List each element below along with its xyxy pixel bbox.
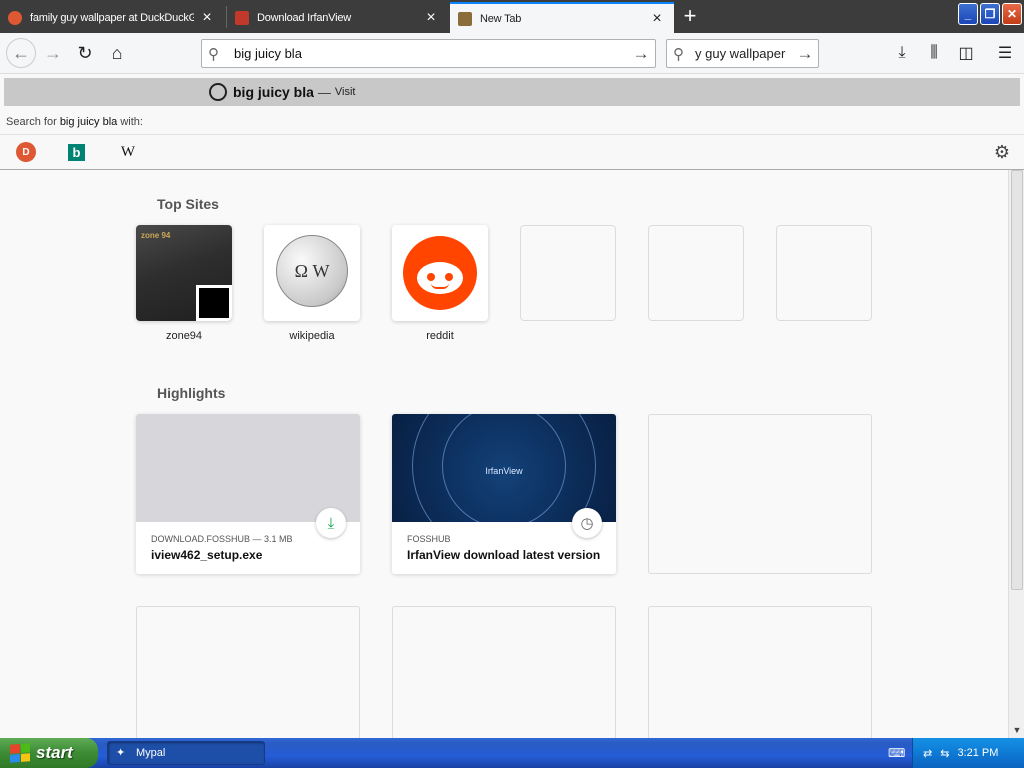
- highlight-title: iview462_setup.exe: [151, 548, 263, 562]
- highlight-card-irfanview[interactable]: IrfanView ◷ FOSSHUB IrfanView download l…: [392, 414, 616, 574]
- search-icon: ⚲: [673, 45, 684, 63]
- highlight-thumbnail: IrfanView: [392, 414, 616, 522]
- close-window-button[interactable]: ✕: [1002, 3, 1022, 25]
- system-tray: ⇄ ⇆ 3:21 PM: [912, 738, 1024, 768]
- new-tab-page: Top Sites zone 94 zone94 Ω W wikipedia r: [0, 170, 1008, 738]
- reload-button[interactable]: ↻: [72, 40, 98, 66]
- highlight-card-download[interactable]: ⤓ DOWNLOAD.FOSSHUB — 3.1 MB iview462_set…: [136, 414, 360, 574]
- highlight-empty: [136, 606, 360, 738]
- top-site-tile[interactable]: Ω W: [264, 225, 360, 321]
- window-controls: _ ❐ ✕: [958, 3, 1022, 25]
- tab-irfanview[interactable]: Download IrfanView ×: [227, 2, 448, 33]
- tab-new-tab[interactable]: New Tab ×: [450, 2, 674, 33]
- bing-engine-icon[interactable]: b: [68, 144, 85, 161]
- zone94-overlay-text: zone 94: [141, 231, 171, 240]
- search-icon: ⚲: [208, 45, 219, 63]
- vertical-scrollbar[interactable]: ▼: [1008, 170, 1024, 738]
- network-icon[interactable]: ⇆: [940, 747, 949, 760]
- irfanview-thumb-text: IrfanView: [485, 466, 523, 476]
- forward-button[interactable]: →: [40, 40, 66, 66]
- start-label: start: [36, 743, 73, 762]
- duckduckgo-favicon-icon: [8, 10, 22, 25]
- search-settings-gear-icon[interactable]: ⚙: [994, 142, 1010, 163]
- top-site-tile[interactable]: [392, 225, 488, 321]
- restore-button[interactable]: ❐: [980, 3, 1000, 25]
- globe-icon: [209, 83, 227, 101]
- tab-title: Download IrfanView: [257, 11, 352, 24]
- tab-title: family guy wallpaper at DuckDuckGo: [30, 11, 194, 24]
- highlight-meta: FOSSHUB: [407, 534, 451, 544]
- suggestion-separator: —: [317, 84, 331, 100]
- top-site-label: zone94: [165, 330, 203, 342]
- top-site-empty: [776, 225, 872, 321]
- url-bar[interactable]: ⚲ →: [201, 39, 656, 68]
- task-label: Mypal: [136, 747, 166, 759]
- home-button[interactable]: ⌂: [104, 40, 130, 66]
- close-icon[interactable]: ×: [200, 9, 214, 25]
- top-site-empty: [648, 225, 744, 321]
- top-sites-title: Top Sites: [157, 196, 219, 212]
- search-for-suffix: with:: [120, 116, 143, 128]
- tab-duckduckgo[interactable]: family guy wallpaper at DuckDuckGo ×: [0, 2, 224, 33]
- start-button[interactable]: start: [0, 738, 98, 768]
- one-off-search-engines: D b W ⚙: [0, 134, 1024, 168]
- autocomplete-suggestion[interactable]: big juicy bla — Visit: [4, 78, 1020, 106]
- reddit-logo-icon: [403, 236, 477, 310]
- go-arrow-icon[interactable]: →: [627, 44, 655, 64]
- scroll-down-arrow-icon[interactable]: ▼: [1009, 722, 1024, 738]
- highlight-empty: [392, 606, 616, 738]
- windows-flag-icon: [10, 743, 30, 763]
- download-icon: ⤓: [316, 508, 346, 538]
- top-site-wikipedia[interactable]: Ω W wikipedia: [264, 225, 360, 342]
- search-bar[interactable]: ⚲ y guy wallpaper →: [666, 39, 819, 68]
- top-site-empty: [520, 225, 616, 321]
- clock: 3:21 PM: [957, 747, 999, 759]
- downloads-icon[interactable]: ⤓: [890, 41, 914, 65]
- highlights-title: Highlights: [157, 385, 226, 401]
- highlight-thumbnail: [136, 414, 360, 522]
- top-site-zone94[interactable]: zone 94 zone94: [136, 225, 232, 342]
- clock-icon: ◷: [572, 508, 602, 538]
- minimize-button[interactable]: _: [958, 3, 978, 25]
- highlight-title: IrfanView download latest version: [407, 548, 601, 562]
- scrollbar-thumb[interactable]: [1011, 170, 1023, 590]
- autocomplete-popup: big juicy bla — Visit Search for big jui…: [0, 74, 1024, 170]
- search-for-prefix: Search for: [6, 116, 57, 128]
- mypal-app-icon: ✦: [116, 747, 126, 759]
- wikipedia-engine-icon[interactable]: W: [118, 142, 138, 162]
- suggestion-action: Visit: [334, 86, 356, 98]
- close-icon[interactable]: ×: [650, 10, 664, 26]
- top-site-tile[interactable]: zone 94: [136, 225, 232, 321]
- suggestion-term: big juicy bla: [233, 84, 314, 100]
- close-icon[interactable]: ×: [424, 9, 438, 25]
- menu-icon[interactable]: ☰: [993, 41, 1017, 65]
- sidebar-icon[interactable]: ◫: [954, 41, 978, 65]
- tab-title: New Tab: [480, 12, 522, 25]
- windows-taskbar: start ✦ Mypal ⌨ ⇄ ⇆ 3:21 PM: [0, 738, 1024, 768]
- highlight-empty: [648, 606, 872, 738]
- search-for-label: Search for big juicy bla with:: [6, 116, 143, 128]
- irfanview-favicon-icon: [235, 10, 249, 25]
- top-site-reddit[interactable]: reddit: [392, 225, 488, 342]
- top-site-label: reddit: [426, 330, 454, 342]
- network-icon[interactable]: ⇄: [923, 747, 932, 760]
- highlight-empty: [648, 414, 872, 574]
- search-for-term: big juicy bla: [59, 116, 118, 128]
- taskbar-item-mypal[interactable]: ✦ Mypal: [107, 741, 265, 765]
- back-button[interactable]: ←: [6, 38, 36, 68]
- top-site-label: wikipedia: [289, 330, 335, 342]
- zone94-favicon-icon: [196, 285, 232, 321]
- navigation-toolbar: ← → ↻ ⌂ ⚲ → ⚲ y guy wallpaper → ⤓ ⫼ ◫ ☰: [0, 33, 1024, 74]
- keyboard-icon[interactable]: ⌨: [888, 746, 905, 760]
- search-input[interactable]: y guy wallpaper: [695, 46, 792, 61]
- search-go-icon[interactable]: →: [792, 44, 818, 64]
- tab-strip: family guy wallpaper at DuckDuckGo × Dow…: [0, 0, 1024, 33]
- wikipedia-globe-icon: Ω W: [276, 235, 348, 307]
- url-input[interactable]: [230, 46, 627, 61]
- library-icon[interactable]: ⫼: [922, 41, 946, 65]
- highlight-meta: DOWNLOAD.FOSSHUB — 3.1 MB: [151, 534, 293, 544]
- duckduckgo-engine-icon[interactable]: D: [16, 142, 36, 162]
- new-tab-button[interactable]: +: [678, 5, 702, 29]
- mypal-favicon-icon: [458, 11, 472, 26]
